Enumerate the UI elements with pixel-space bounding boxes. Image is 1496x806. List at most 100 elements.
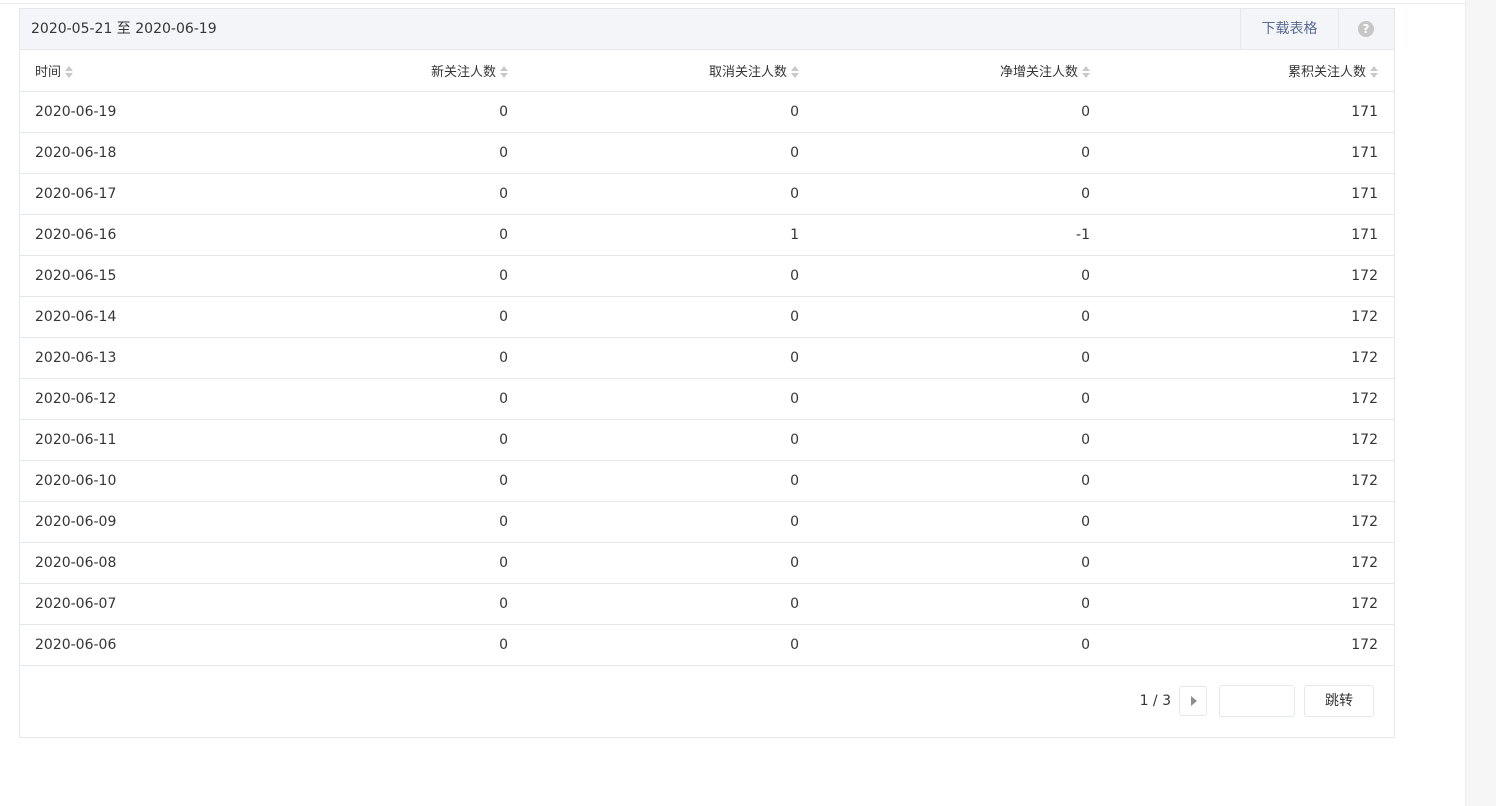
cell-new-followers: 0: [220, 337, 508, 379]
cell-unfollows: 0: [508, 460, 799, 502]
cell-new-followers: 0: [220, 378, 508, 420]
cell-date: 2020-06-13: [20, 337, 220, 379]
cell-total-followers: 171: [1090, 173, 1394, 215]
cell-date: 2020-06-11: [20, 419, 220, 461]
download-table-link[interactable]: 下载表格: [1240, 9, 1339, 49]
table-row: 2020-06-08 0 0 0 172: [20, 542, 1394, 584]
help-icon[interactable]: ?: [1358, 21, 1374, 37]
cell-net-growth: 0: [799, 419, 1090, 461]
cell-total-followers: 171: [1090, 132, 1394, 174]
cell-total-followers: 172: [1090, 419, 1394, 461]
cell-total-followers: 172: [1090, 583, 1394, 625]
column-header-label: 新关注人数: [430, 64, 496, 80]
column-header-new-followers[interactable]: 新关注人数: [220, 50, 508, 92]
table-row: 2020-06-13 0 0 0 172: [20, 337, 1394, 379]
data-table-panel: 2020-05-21 至 2020-06-19 下载表格 ? 时间 新关注人数 …: [19, 8, 1395, 738]
sort-icon[interactable]: [65, 66, 74, 79]
column-header-label: 累积关注人数: [1287, 64, 1366, 80]
cell-new-followers: 0: [220, 583, 508, 625]
cell-date: 2020-06-15: [20, 255, 220, 297]
cell-total-followers: 172: [1090, 378, 1394, 420]
column-header-date[interactable]: 时间: [20, 50, 220, 92]
table-row: 2020-06-10 0 0 0 172: [20, 460, 1394, 502]
cell-date: 2020-06-19: [20, 91, 220, 133]
column-header-label: 净增关注人数: [999, 64, 1078, 80]
next-page-button[interactable]: [1179, 686, 1207, 716]
column-header-total-followers[interactable]: 累积关注人数: [1090, 50, 1394, 92]
sort-icon[interactable]: [791, 66, 799, 79]
cell-total-followers: 171: [1090, 214, 1394, 256]
cell-date: 2020-06-06: [20, 624, 220, 666]
cell-net-growth: 0: [799, 132, 1090, 174]
cell-net-growth: 0: [799, 296, 1090, 338]
table-toolbar: 2020-05-21 至 2020-06-19 下载表格 ?: [20, 9, 1394, 50]
page-number-input[interactable]: [1219, 685, 1295, 717]
cell-net-growth: 0: [799, 378, 1090, 420]
cell-new-followers: 0: [220, 173, 508, 215]
table-row: 2020-06-14 0 0 0 172: [20, 296, 1394, 338]
cell-total-followers: 172: [1090, 501, 1394, 543]
jump-button[interactable]: 跳转: [1304, 685, 1374, 717]
cell-date: 2020-06-18: [20, 132, 220, 174]
cell-new-followers: 0: [220, 419, 508, 461]
cell-date: 2020-06-14: [20, 296, 220, 338]
cell-total-followers: 172: [1090, 624, 1394, 666]
column-header-label: 时间: [35, 64, 62, 80]
table-row: 2020-06-19 0 0 0 171: [20, 91, 1394, 133]
cell-date: 2020-06-12: [20, 378, 220, 420]
column-header-label: 取消关注人数: [708, 64, 787, 80]
cell-total-followers: 172: [1090, 542, 1394, 584]
column-header-net-growth[interactable]: 净增关注人数: [799, 50, 1090, 92]
cell-new-followers: 0: [220, 501, 508, 543]
table-row: 2020-06-17 0 0 0 171: [20, 173, 1394, 215]
cell-unfollows: 0: [508, 378, 799, 420]
cell-net-growth: 0: [799, 501, 1090, 543]
cell-new-followers: 0: [220, 542, 508, 584]
followers-table: 时间 新关注人数 取消关注人数 净增关注人数 累积关注人数 2020-06-19…: [20, 50, 1394, 666]
table-row: 2020-06-07 0 0 0 172: [20, 583, 1394, 625]
sort-icon[interactable]: [1082, 66, 1090, 79]
table-row: 2020-06-16 0 1 -1 171: [20, 214, 1394, 256]
page-indicator: 1 / 3: [1139, 693, 1171, 709]
sort-icon[interactable]: [1370, 66, 1378, 79]
cell-unfollows: 0: [508, 255, 799, 297]
cell-date: 2020-06-17: [20, 173, 220, 215]
cell-date: 2020-06-07: [20, 583, 220, 625]
cell-new-followers: 0: [220, 214, 508, 256]
pagination: 1 / 3 跳转: [1140, 685, 1374, 717]
cell-unfollows: 0: [508, 91, 799, 133]
cell-net-growth: -1: [799, 214, 1090, 256]
cell-date: 2020-06-10: [20, 460, 220, 502]
table-row: 2020-06-06 0 0 0 172: [20, 624, 1394, 666]
cell-total-followers: 172: [1090, 296, 1394, 338]
scrollbar-track[interactable]: [1465, 0, 1496, 806]
cell-unfollows: 1: [508, 214, 799, 256]
table-body: 2020-06-19 0 0 0 171 2020-06-18 0 0 0 171 2020-06-…: [20, 91, 1394, 666]
sort-icon[interactable]: [500, 66, 508, 79]
cell-net-growth: 0: [799, 542, 1090, 584]
cell-new-followers: 0: [220, 255, 508, 297]
cell-total-followers: 172: [1090, 460, 1394, 502]
cell-net-growth: 0: [799, 337, 1090, 379]
cell-unfollows: 0: [508, 173, 799, 215]
cell-unfollows: 0: [508, 542, 799, 584]
top-divider: [0, 0, 1465, 4]
cell-unfollows: 0: [508, 419, 799, 461]
table-row: 2020-06-09 0 0 0 172: [20, 501, 1394, 543]
cell-unfollows: 0: [508, 624, 799, 666]
cell-unfollows: 0: [508, 337, 799, 379]
cell-total-followers: 172: [1090, 337, 1394, 379]
cell-net-growth: 0: [799, 91, 1090, 133]
cell-new-followers: 0: [220, 296, 508, 338]
table-row: 2020-06-18 0 0 0 171: [20, 132, 1394, 174]
table-row: 2020-06-11 0 0 0 172: [20, 419, 1394, 461]
cell-total-followers: 171: [1090, 91, 1394, 133]
cell-date: 2020-06-08: [20, 542, 220, 584]
cell-net-growth: 0: [799, 624, 1090, 666]
cell-total-followers: 172: [1090, 255, 1394, 297]
cell-unfollows: 0: [508, 296, 799, 338]
cell-new-followers: 0: [220, 624, 508, 666]
column-header-unfollows[interactable]: 取消关注人数: [508, 50, 799, 92]
table-row: 2020-06-15 0 0 0 172: [20, 255, 1394, 297]
date-range-label: 2020-05-21 至 2020-06-19: [31, 21, 217, 37]
